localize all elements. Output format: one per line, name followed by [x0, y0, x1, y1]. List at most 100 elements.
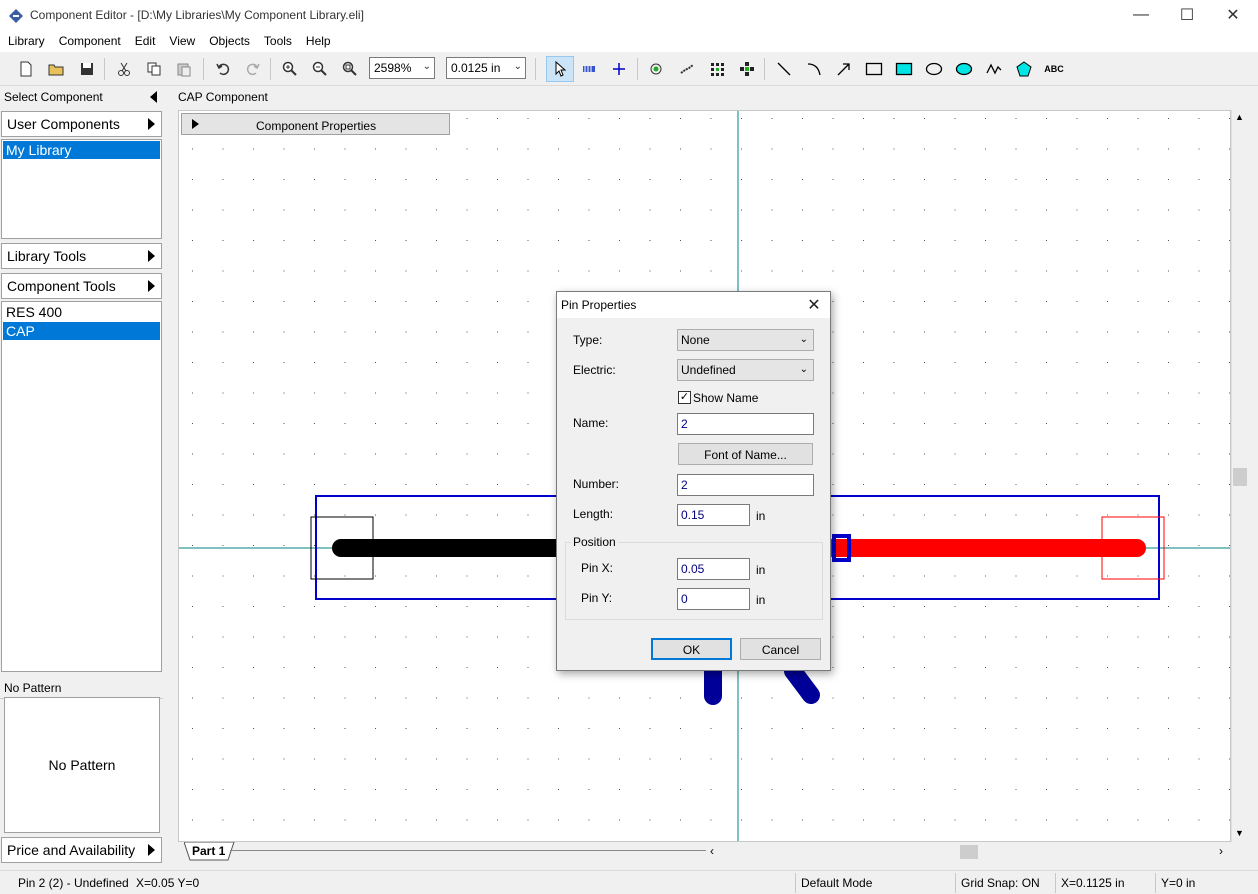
ok-button[interactable]: OK	[651, 638, 732, 660]
horizontal-scroll-thumb[interactable]	[960, 845, 978, 859]
save-icon[interactable]	[76, 58, 98, 80]
library-tools-button[interactable]: Library Tools	[1, 243, 162, 269]
user-components-button[interactable]: User Components	[1, 111, 162, 137]
number-input[interactable]: 2	[677, 474, 814, 496]
scroll-up-icon[interactable]: ▲	[1235, 112, 1244, 122]
pin-y-label: Pin Y:	[581, 591, 613, 605]
expand-right-icon	[148, 844, 155, 856]
pin-tool-icon[interactable]	[578, 58, 600, 80]
dialog-title: Pin Properties	[557, 292, 830, 318]
grid-points-icon[interactable]	[706, 58, 728, 80]
new-icon[interactable]	[15, 58, 37, 80]
cut-icon[interactable]	[113, 58, 135, 80]
menu-help[interactable]: Help	[298, 32, 337, 52]
electric-select[interactable]: Undefined ⌄	[677, 359, 814, 381]
list-item[interactable]: My Library	[3, 141, 160, 159]
scroll-right-icon[interactable]: ›	[1219, 844, 1223, 858]
origin-icon[interactable]	[645, 58, 667, 80]
chevron-down-icon: ⌄	[422, 61, 431, 72]
name-input[interactable]: 2	[677, 413, 814, 435]
pin-y-unit: in	[756, 593, 766, 607]
pin-properties-dialog: Pin Properties ✕ Type: None ⌄ Electric: …	[556, 291, 831, 671]
position-group-label: Position	[571, 535, 618, 549]
text-icon[interactable]: ABC	[1043, 58, 1065, 80]
title-bar: Component Editor - [D:\My Libraries\My C…	[0, 0, 1258, 32]
menu-tools[interactable]: Tools	[256, 32, 298, 52]
select-pointer-icon[interactable]	[546, 56, 574, 82]
minimize-button[interactable]: —	[1118, 0, 1164, 30]
pin-x-input[interactable]: 0.05	[677, 558, 750, 580]
select-component-header: Select Component	[0, 86, 163, 108]
component-list: RES 400 CAP	[1, 301, 162, 672]
list-item[interactable]: RES 400	[3, 303, 160, 321]
arc-icon[interactable]	[803, 58, 825, 80]
list-item[interactable]: CAP	[3, 322, 160, 340]
pattern-preview: No Pattern	[4, 697, 160, 833]
font-of-name-button[interactable]: Font of Name...	[678, 443, 813, 465]
polygon-icon[interactable]	[1013, 58, 1035, 80]
status-pin-xy: X=0.05 Y=0	[136, 876, 200, 890]
type-label: Type:	[573, 333, 603, 347]
app-icon	[9, 9, 23, 23]
status-pin-info: Pin 2 (2) - Undefined	[18, 876, 129, 890]
expand-right-icon	[148, 250, 155, 262]
polyline-icon[interactable]	[983, 58, 1005, 80]
show-name-label: Show Name	[693, 391, 759, 405]
component-properties-tab[interactable]: Component Properties	[181, 113, 450, 135]
name-label: Name:	[573, 416, 609, 430]
menu-library[interactable]: Library	[0, 32, 51, 52]
grid-select[interactable]: 0.0125 in ⌄	[446, 57, 526, 79]
bottom-tab-bar: Part 1 ‹ ›	[178, 842, 1248, 862]
copy-icon[interactable]	[143, 58, 165, 80]
pattern-header: No Pattern	[0, 677, 163, 699]
component-tools-button[interactable]: Component Tools	[1, 273, 162, 299]
window-title: Component Editor - [D:\My Libraries\My C…	[30, 8, 364, 22]
scroll-left-icon[interactable]: ‹	[710, 844, 714, 858]
crosshair-icon[interactable]	[608, 58, 630, 80]
status-mode: Default Mode	[801, 876, 873, 890]
collapse-left-icon[interactable]	[150, 91, 157, 103]
zoom-select[interactable]: 2598% ⌄	[369, 57, 435, 79]
menu-objects[interactable]: Objects	[201, 32, 256, 52]
undo-icon[interactable]	[212, 58, 234, 80]
length-input[interactable]: 0.15	[677, 504, 750, 526]
open-icon[interactable]	[45, 58, 67, 80]
length-label: Length:	[573, 507, 614, 521]
scroll-down-icon[interactable]: ▼	[1235, 828, 1244, 838]
horizontal-scrollbar[interactable]: ‹ ›	[706, 844, 1231, 861]
type-select[interactable]: None ⌄	[677, 329, 814, 351]
filled-rectangle-icon[interactable]	[893, 58, 915, 80]
zoom-value: 2598%	[374, 61, 412, 75]
align-icon[interactable]	[676, 58, 698, 80]
zoom-in-icon[interactable]	[279, 58, 301, 80]
price-availability-button[interactable]: Price and Availability	[1, 837, 162, 863]
part-tab[interactable]: Part 1	[192, 844, 225, 858]
redo-icon[interactable]	[242, 58, 264, 80]
status-grid-snap: Grid Snap: ON	[961, 876, 1040, 890]
arrow-icon[interactable]	[833, 58, 855, 80]
vertical-scrollbar[interactable]: ▲ ▼	[1231, 110, 1248, 842]
menu-component[interactable]: Component	[51, 32, 127, 52]
ellipse-icon[interactable]	[923, 58, 945, 80]
cancel-button[interactable]: Cancel	[740, 638, 821, 660]
zoom-out-icon[interactable]	[309, 58, 331, 80]
dialog-close-icon[interactable]: ✕	[804, 295, 824, 315]
canvas-label: CAP Component	[178, 90, 268, 104]
move-points-icon[interactable]	[736, 58, 758, 80]
menu-edit[interactable]: Edit	[127, 32, 162, 52]
expand-right-icon	[148, 118, 155, 130]
chevron-down-icon: ⌄	[799, 364, 808, 375]
menu-view[interactable]: View	[161, 32, 201, 52]
show-name-checkbox[interactable]: ✓	[678, 391, 691, 404]
line-icon[interactable]	[773, 58, 795, 80]
close-button[interactable]: ✕	[1210, 0, 1256, 30]
vertical-scroll-thumb[interactable]	[1233, 468, 1247, 486]
pin-y-input[interactable]: 0	[677, 588, 750, 610]
maximize-button[interactable]: ☐	[1164, 0, 1210, 30]
filled-ellipse-icon[interactable]	[953, 58, 975, 80]
status-bar: Pin 2 (2) - Undefined X=0.05 Y=0 Default…	[0, 870, 1258, 894]
grid-value: 0.0125 in	[451, 61, 501, 75]
paste-icon[interactable]	[173, 58, 195, 80]
zoom-fit-icon[interactable]	[339, 58, 361, 80]
rectangle-icon[interactable]	[863, 58, 885, 80]
